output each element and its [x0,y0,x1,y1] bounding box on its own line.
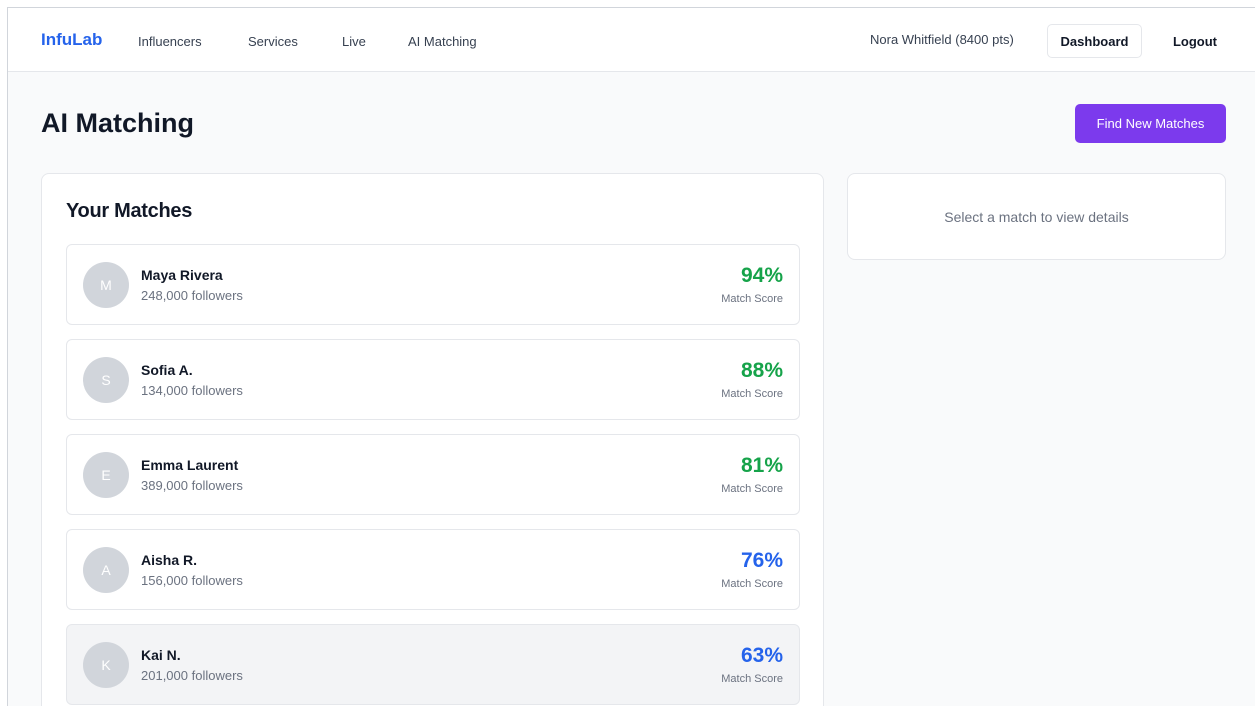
match-score: 81% [740,454,783,477]
match-score-label: Match Score [721,578,783,590]
nav-link-services[interactable]: Services [248,34,298,49]
avatar: A [83,547,129,593]
match-followers: 248,000 followers [141,288,243,303]
find-new-matches-button[interactable]: Find New Matches [1075,104,1226,143]
match-score: 76% [740,549,783,572]
match-followers: 134,000 followers [141,383,243,398]
match-item[interactable]: S Sofia A. 134,000 followers 88% Match S… [66,339,800,420]
match-item[interactable]: M Maya Rivera 248,000 followers 94% Matc… [66,244,800,325]
app-frame: InfuLab Influencers Services Live AI Mat… [7,7,1255,706]
match-score-label: Match Score [721,483,783,495]
matches-card: Your Matches M Maya Rivera 248,000 follo… [41,173,824,706]
page-title: AI Matching [41,108,194,138]
match-followers: 389,000 followers [141,478,243,493]
logout-button[interactable]: Logout [1160,24,1230,58]
match-details-panel: Select a match to view details [847,173,1226,260]
match-name: Maya Rivera [141,267,223,283]
nav-link-ai-matching[interactable]: AI Matching [408,34,477,49]
match-score-label: Match Score [721,673,783,685]
match-name: Kai N. [141,647,181,663]
match-followers: 156,000 followers [141,573,243,588]
nav-link-influencers[interactable]: Influencers [138,34,202,49]
match-score: 94% [740,264,783,287]
details-placeholder: Select a match to view details [944,208,1129,225]
match-score: 63% [740,644,783,667]
avatar: K [83,642,129,688]
match-name: Aisha R. [141,552,198,568]
avatar: E [83,452,129,498]
dashboard-button[interactable]: Dashboard [1047,24,1142,58]
match-item[interactable]: A Aisha R. 156,000 followers 76% Match S… [66,529,800,610]
match-score-label: Match Score [721,388,783,400]
match-name: Emma Laurent [141,457,239,473]
match-score-label: Match Score [721,293,783,305]
match-item[interactable]: K Kai N. 201,000 followers 63% Match Sco… [66,624,800,705]
brand-logo[interactable]: InfuLab [41,30,102,50]
user-points: Nora Whitfield (8400 pts) [870,32,1014,47]
avatar: M [83,262,129,308]
match-score: 88% [740,359,783,382]
top-navbar: InfuLab Influencers Services Live AI Mat… [8,8,1255,72]
match-followers: 201,000 followers [141,668,243,683]
nav-link-live[interactable]: Live [342,34,366,49]
match-name: Sofia A. [141,362,193,378]
match-item[interactable]: E Emma Laurent 389,000 followers 81% Mat… [66,434,800,515]
matches-title: Your Matches [66,200,193,222]
avatar: S [83,357,129,403]
